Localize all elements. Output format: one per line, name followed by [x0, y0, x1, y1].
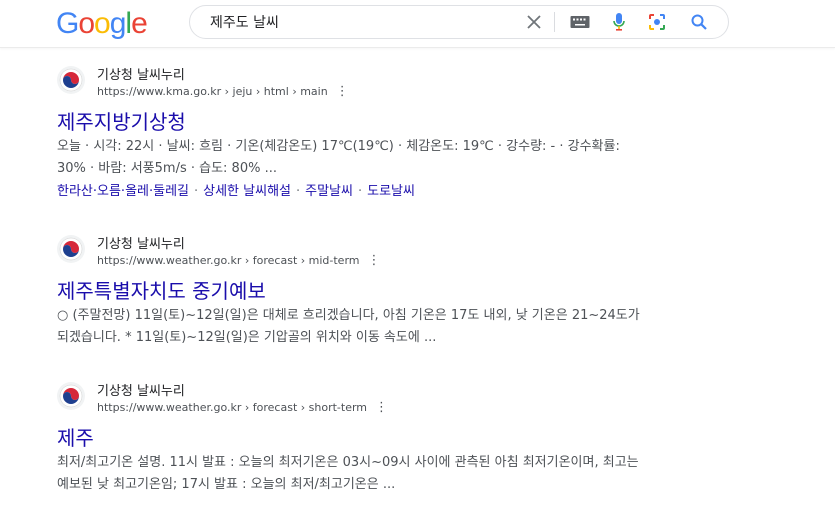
result-site-info[interactable]: 기상청 날씨누리 https://www.weather.go.kr › for… — [57, 233, 657, 273]
result-site-name: 기상청 날씨누리 — [97, 68, 185, 83]
logo-letter: g — [109, 7, 127, 40]
result-snippet: 오늘 · 시각: 22시 · 날씨: 흐림 · 기온(체감온도) 17℃(19℃… — [57, 139, 620, 176]
result-site-name: 기상청 날씨누리 — [97, 384, 185, 399]
result-url-text: https://www.kma.go.kr › jeju › html › ma… — [97, 85, 328, 98]
search-icon[interactable] — [689, 12, 709, 32]
search-result: 기상청 날씨누리 https://www.weather.go.kr › for… — [57, 380, 657, 492]
result-url: https://www.kma.go.kr › jeju › html › ma… — [97, 85, 349, 98]
search-header: Google — [0, 0, 835, 48]
more-options-icon[interactable]: ⋮ — [375, 401, 388, 414]
keyboard-icon[interactable] — [570, 12, 590, 32]
sitelink-weather-commentary[interactable]: 상세한 날씨해설 — [203, 184, 291, 199]
result-site-info[interactable]: 기상청 날씨누리 https://www.weather.go.kr › for… — [57, 380, 657, 420]
result-site-name: 기상청 날씨누리 — [97, 237, 185, 252]
more-options-icon[interactable]: ⋮ — [368, 254, 381, 267]
logo-letter: o — [78, 7, 95, 40]
logo-letter: o — [94, 7, 111, 40]
sitelink-separator: · — [194, 184, 199, 199]
sitelink-hallasan[interactable]: 한라산·오름·올레·둘레길 — [57, 184, 189, 199]
search-result: 기상청 날씨누리 https://www.kma.go.kr › jeju › … — [57, 64, 657, 199]
more-options-icon[interactable]: ⋮ — [336, 85, 349, 98]
result-snippet: 최저/최고기온 설명. 11시 발표 : 오늘의 최저기온은 03시~09시 사… — [57, 455, 639, 492]
search-input[interactable] — [210, 12, 510, 32]
google-logo[interactable]: Google — [56, 7, 148, 41]
result-sitelinks: 한라산·오름·올레·둘레길 · 상세한 날씨해설 · 주말날씨 · 도로날씨 — [57, 180, 415, 199]
result-url-text: https://www.weather.go.kr › forecast › m… — [97, 254, 360, 267]
search-divider — [554, 12, 555, 32]
close-icon[interactable] — [524, 12, 544, 32]
sitelink-road-weather[interactable]: 도로날씨 — [367, 184, 415, 199]
logo-letter: e — [131, 7, 148, 40]
result-site-info[interactable]: 기상청 날씨누리 https://www.kma.go.kr › jeju › … — [57, 64, 657, 104]
sitelink-separator: · — [357, 184, 363, 199]
result-url-text: https://www.weather.go.kr › forecast › s… — [97, 401, 368, 414]
result-title[interactable]: 제주 — [57, 422, 94, 451]
sitelink-weekend-weather[interactable]: 주말날씨 — [305, 184, 353, 199]
search-box — [189, 5, 729, 39]
search-result: 기상청 날씨누리 https://www.weather.go.kr › for… — [57, 233, 657, 345]
result-title[interactable]: 제주지방기상청 — [57, 106, 186, 135]
microphone-icon[interactable] — [609, 12, 629, 32]
result-url: https://www.weather.go.kr › forecast › s… — [97, 401, 388, 414]
sitelink-separator: · — [296, 184, 301, 199]
kma-logo-icon — [57, 235, 85, 263]
result-url: https://www.weather.go.kr › forecast › m… — [97, 254, 381, 267]
result-snippet: ○ (주말전망) 11일(토)~12일(일)은 대체로 흐리겠습니다, 아침 기… — [57, 308, 640, 345]
kma-logo-icon — [57, 382, 85, 410]
result-title[interactable]: 제주특별자치도 중기예보 — [57, 275, 266, 304]
google-lens-icon[interactable] — [647, 12, 667, 32]
logo-letter: G — [56, 7, 79, 40]
kma-logo-icon — [57, 66, 85, 94]
